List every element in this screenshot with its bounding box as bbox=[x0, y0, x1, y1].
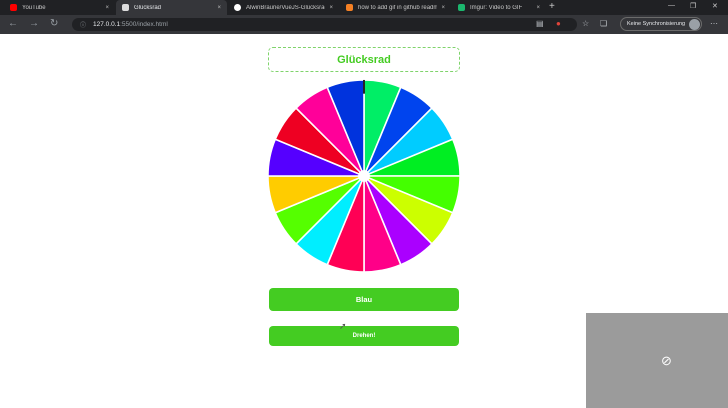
profile-sync-button[interactable]: Keine Synchronisierung bbox=[620, 17, 703, 31]
tab-label: YouTube bbox=[22, 4, 46, 11]
tab-close-icon[interactable]: × bbox=[105, 5, 109, 11]
extension-icon[interactable]: ● bbox=[556, 19, 561, 28]
camera-off-icon: ⊘ bbox=[661, 353, 672, 368]
new-tab-button[interactable]: + bbox=[549, 1, 555, 12]
imgur-favicon-icon bbox=[458, 4, 465, 11]
window-close-icon[interactable]: ✕ bbox=[712, 2, 718, 10]
wheel-pointer bbox=[363, 79, 365, 94]
stackoverflow-favicon-icon bbox=[346, 4, 353, 11]
forward-icon[interactable]: → bbox=[29, 18, 39, 29]
tab-label: Glücksrad bbox=[134, 4, 162, 11]
github-favicon-icon bbox=[234, 4, 241, 11]
result-button[interactable]: Blau bbox=[269, 288, 459, 311]
tab-stackoverflow[interactable]: how to add gif in github readme × bbox=[340, 0, 451, 15]
site-info-icon[interactable]: ⓘ bbox=[80, 20, 86, 29]
avatar bbox=[689, 19, 701, 30]
reload-icon[interactable]: ↻ bbox=[50, 18, 58, 29]
tab-github-repo[interactable]: AlwinBraune/VueJS-Glücksrad × bbox=[228, 0, 339, 15]
tab-gluecksrad[interactable]: Glücksrad × bbox=[116, 0, 227, 15]
page-favicon-icon bbox=[122, 4, 129, 11]
url-host: 127.0.0.1 bbox=[93, 21, 121, 28]
tab-imgur[interactable]: Imgur: Video to GIF × bbox=[452, 0, 546, 15]
prize-wheel bbox=[267, 79, 461, 273]
camera-off-overlay: ⊘ bbox=[586, 313, 728, 408]
maximize-icon[interactable]: ❐ bbox=[690, 2, 696, 10]
favorites-icon[interactable]: ☆ bbox=[582, 19, 589, 28]
minimize-icon[interactable]: — bbox=[668, 2, 675, 9]
reader-mode-icon[interactable]: ▤ bbox=[536, 19, 544, 28]
tab-label: AlwinBraune/VueJS-Glücksrad bbox=[246, 4, 326, 11]
url-path: :5500/index.html bbox=[120, 21, 168, 28]
browser-tab-bar: YouTube × Glücksrad × AlwinBraune/VueJS-… bbox=[0, 0, 728, 15]
youtube-favicon-icon bbox=[10, 4, 17, 11]
menu-icon[interactable]: ⋯ bbox=[710, 19, 718, 28]
tab-close-icon[interactable]: × bbox=[536, 5, 540, 11]
collections-icon[interactable]: ❏ bbox=[600, 19, 607, 28]
tab-close-icon[interactable]: × bbox=[329, 5, 333, 11]
tab-close-icon[interactable]: × bbox=[441, 5, 445, 11]
mouse-cursor-icon: ➚ bbox=[339, 321, 347, 331]
tab-label: Imgur: Video to GIF bbox=[470, 4, 523, 11]
address-bar[interactable]: ⓘ 127.0.0.1:5500/index.html bbox=[72, 18, 577, 31]
wheel-hub bbox=[358, 170, 370, 182]
spin-button[interactable]: Drehen! bbox=[269, 326, 459, 346]
page-title: Glücksrad bbox=[268, 47, 460, 72]
tab-label: how to add gif in github readme bbox=[358, 4, 438, 11]
sync-label: Keine Synchronisierung bbox=[627, 21, 686, 27]
browser-toolbar: ← → ↻ ⓘ 127.0.0.1:5500/index.html ▤ ● ☆ … bbox=[0, 15, 728, 34]
back-icon[interactable]: ← bbox=[8, 18, 18, 29]
tab-youtube[interactable]: YouTube × bbox=[4, 0, 115, 15]
tab-close-icon[interactable]: × bbox=[217, 5, 221, 11]
